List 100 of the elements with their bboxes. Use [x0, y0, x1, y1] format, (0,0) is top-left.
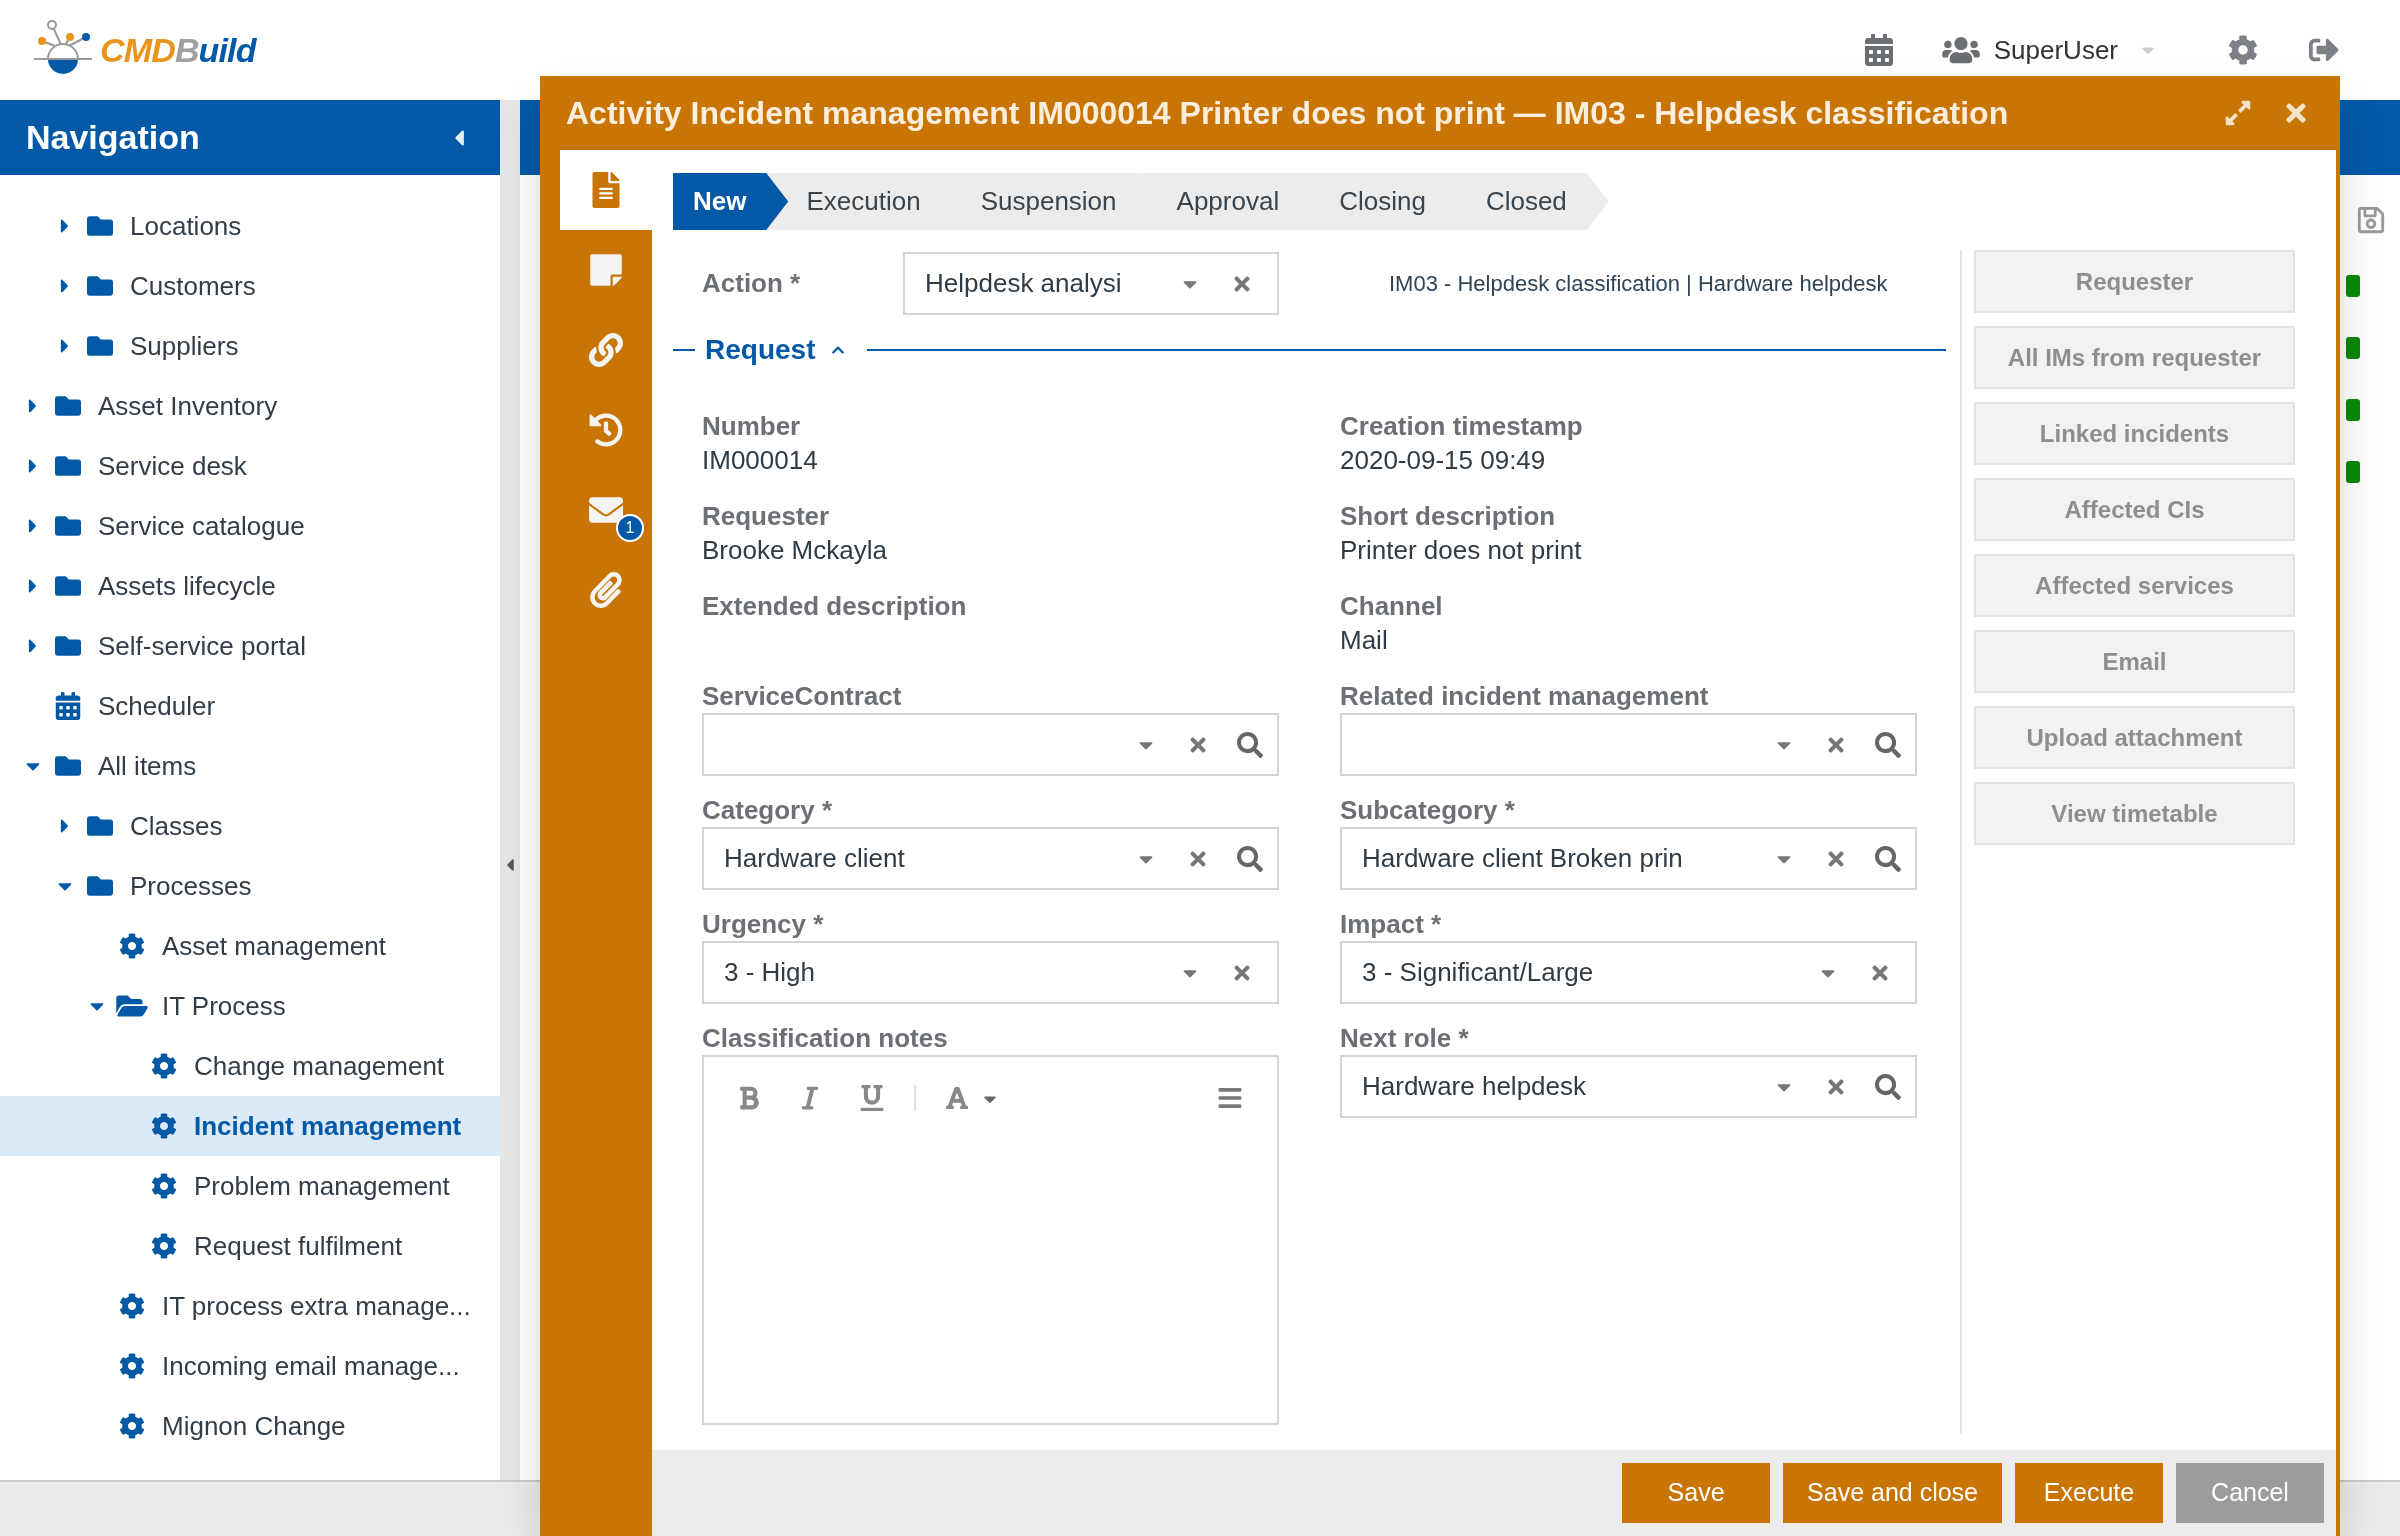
folder-icon — [85, 873, 115, 899]
tree-item-label: Locations — [130, 209, 242, 243]
folder-icon — [85, 213, 115, 239]
tree-item[interactable]: Scheduler — [0, 676, 500, 736]
tree-item-label: Customers — [130, 269, 256, 303]
folder-icon — [53, 633, 83, 659]
combo-field[interactable]: Helpdesk analysi — [903, 252, 1279, 315]
tree-item-label: Classes — [130, 809, 223, 843]
tree-item-label: Self-service portal — [98, 629, 307, 663]
field-label: Classification notes — [702, 1022, 949, 1055]
tree-item[interactable]: Service catalogue — [0, 496, 500, 556]
tree-item[interactable]: Request fulfilment — [0, 1216, 500, 1276]
gear-icon — [119, 1293, 145, 1319]
combo-field[interactable]: Hardware helpdesk — [1340, 1055, 1917, 1118]
tree-item[interactable]: Classes — [0, 796, 500, 856]
align-icon[interactable] — [1217, 1085, 1243, 1111]
tree-item[interactable]: Mignon Change — [0, 1396, 500, 1456]
combo-field[interactable]: Hardware client Broken prin — [1340, 827, 1917, 890]
tree-item-label: Mignon Change — [162, 1409, 346, 1443]
gear-icon — [119, 933, 145, 959]
side-tab[interactable]: 1 — [560, 470, 652, 550]
combo-field[interactable] — [1340, 713, 1917, 776]
folder-icon — [53, 573, 83, 599]
field-label: Category * — [702, 794, 834, 827]
process-step[interactable]: Closed — [1445, 173, 1609, 230]
gear-icon — [151, 1173, 177, 1199]
field-label: Creation timestamp — [1340, 410, 1584, 443]
field-label: Extended description — [702, 590, 968, 623]
field-label: Requester — [702, 500, 831, 533]
field-value: 2020-09-15 09:49 — [1340, 444, 1547, 477]
tree-item[interactable]: Change management — [0, 1036, 500, 1096]
note-icon — [589, 252, 623, 288]
underline-icon[interactable] — [860, 1085, 884, 1111]
tree-item[interactable]: Asset Inventory — [0, 376, 500, 436]
field-value: Hardware helpdesk — [1362, 1070, 1587, 1103]
calendar-icon — [55, 692, 81, 720]
field-label: Short description — [1340, 500, 1557, 533]
tree-item-label: Service catalogue — [98, 509, 305, 543]
gear-icon — [151, 1113, 177, 1139]
combo-field[interactable] — [702, 713, 1279, 776]
tree-item[interactable]: IT Process — [0, 976, 500, 1036]
tree-item[interactable]: Customers — [0, 256, 500, 316]
tree-item-label: Incident management — [194, 1109, 462, 1143]
field-label: Related incident management — [1340, 680, 1710, 713]
section-title[interactable]: Request — [705, 329, 816, 371]
tree-item[interactable]: All items — [0, 736, 500, 796]
dialog-title: Activity Incident management IM000014 Printer does not print — IM03 - Helpdesk classification — [566, 94, 2009, 133]
italic-icon[interactable] — [800, 1085, 820, 1111]
field-value: Helpdesk analysi — [925, 267, 1123, 300]
tree-item[interactable]: Incident management — [0, 1096, 500, 1156]
folder-icon — [85, 273, 115, 299]
settings-icon[interactable] — [2228, 35, 2258, 65]
user-name[interactable]: SuperUser — [1993, 30, 2118, 70]
status-icon — [2346, 275, 2360, 297]
search-icon[interactable] — [1875, 1073, 1901, 1100]
tree-item-label: Asset management — [162, 929, 386, 963]
calendar-icon[interactable] — [1863, 34, 1894, 66]
tree-item-label: Scheduler — [98, 689, 216, 723]
folder-icon — [85, 333, 115, 359]
status-icon — [2346, 461, 2360, 483]
field-label: ServiceContract — [702, 680, 903, 713]
paperclip-icon — [589, 572, 623, 608]
tree-item[interactable]: Asset management — [0, 916, 500, 976]
history-icon — [589, 412, 623, 448]
tree-item[interactable]: Self-service portal — [0, 616, 500, 676]
text-style-icon[interactable] — [946, 1085, 968, 1111]
tree-item[interactable]: Suppliers — [0, 316, 500, 376]
side-tab[interactable] — [560, 150, 652, 230]
process-step[interactable]: Suspension — [940, 173, 1159, 230]
tree-item[interactable]: Locations — [0, 196, 500, 256]
search-icon[interactable] — [1237, 731, 1263, 758]
tree-item-label: Suppliers — [130, 329, 239, 363]
process-step[interactable]: New — [673, 173, 789, 230]
tree-item[interactable]: Processes — [0, 856, 500, 916]
gear-icon — [119, 1413, 145, 1439]
field-label: Action * — [702, 267, 802, 300]
tree-item[interactable]: Service desk — [0, 436, 500, 496]
expand-icon[interactable] — [2224, 99, 2252, 127]
badge: 1 — [616, 514, 644, 542]
field-label: Urgency * — [702, 908, 825, 941]
gear-icon — [119, 1353, 145, 1379]
combo-field[interactable]: Hardware client — [702, 827, 1279, 890]
field-label: Impact * — [1340, 908, 1443, 941]
tree-item-label: Problem management — [194, 1169, 450, 1203]
bold-icon[interactable] — [738, 1085, 760, 1111]
combo-field[interactable]: 3 - Significant/Large — [1340, 941, 1917, 1004]
save-icon[interactable] — [2356, 205, 2386, 235]
tree-item-label: Request fulfilment — [194, 1229, 403, 1263]
search-icon[interactable] — [1875, 731, 1901, 758]
search-icon[interactable] — [1875, 845, 1901, 872]
status-icon — [2346, 337, 2360, 359]
tree-item[interactable]: IT process extra manage... — [0, 1276, 500, 1336]
link-icon — [589, 332, 623, 368]
field-value: 3 - High — [724, 956, 817, 989]
tree-item-label: Processes — [130, 869, 252, 903]
search-icon[interactable] — [1237, 845, 1263, 872]
tree-item[interactable]: Problem management — [0, 1156, 500, 1216]
combo-field[interactable]: 3 - High — [702, 941, 1279, 1004]
tree-item[interactable]: Incoming email manage... — [0, 1336, 500, 1396]
tree-item[interactable]: Assets lifecycle — [0, 556, 500, 616]
